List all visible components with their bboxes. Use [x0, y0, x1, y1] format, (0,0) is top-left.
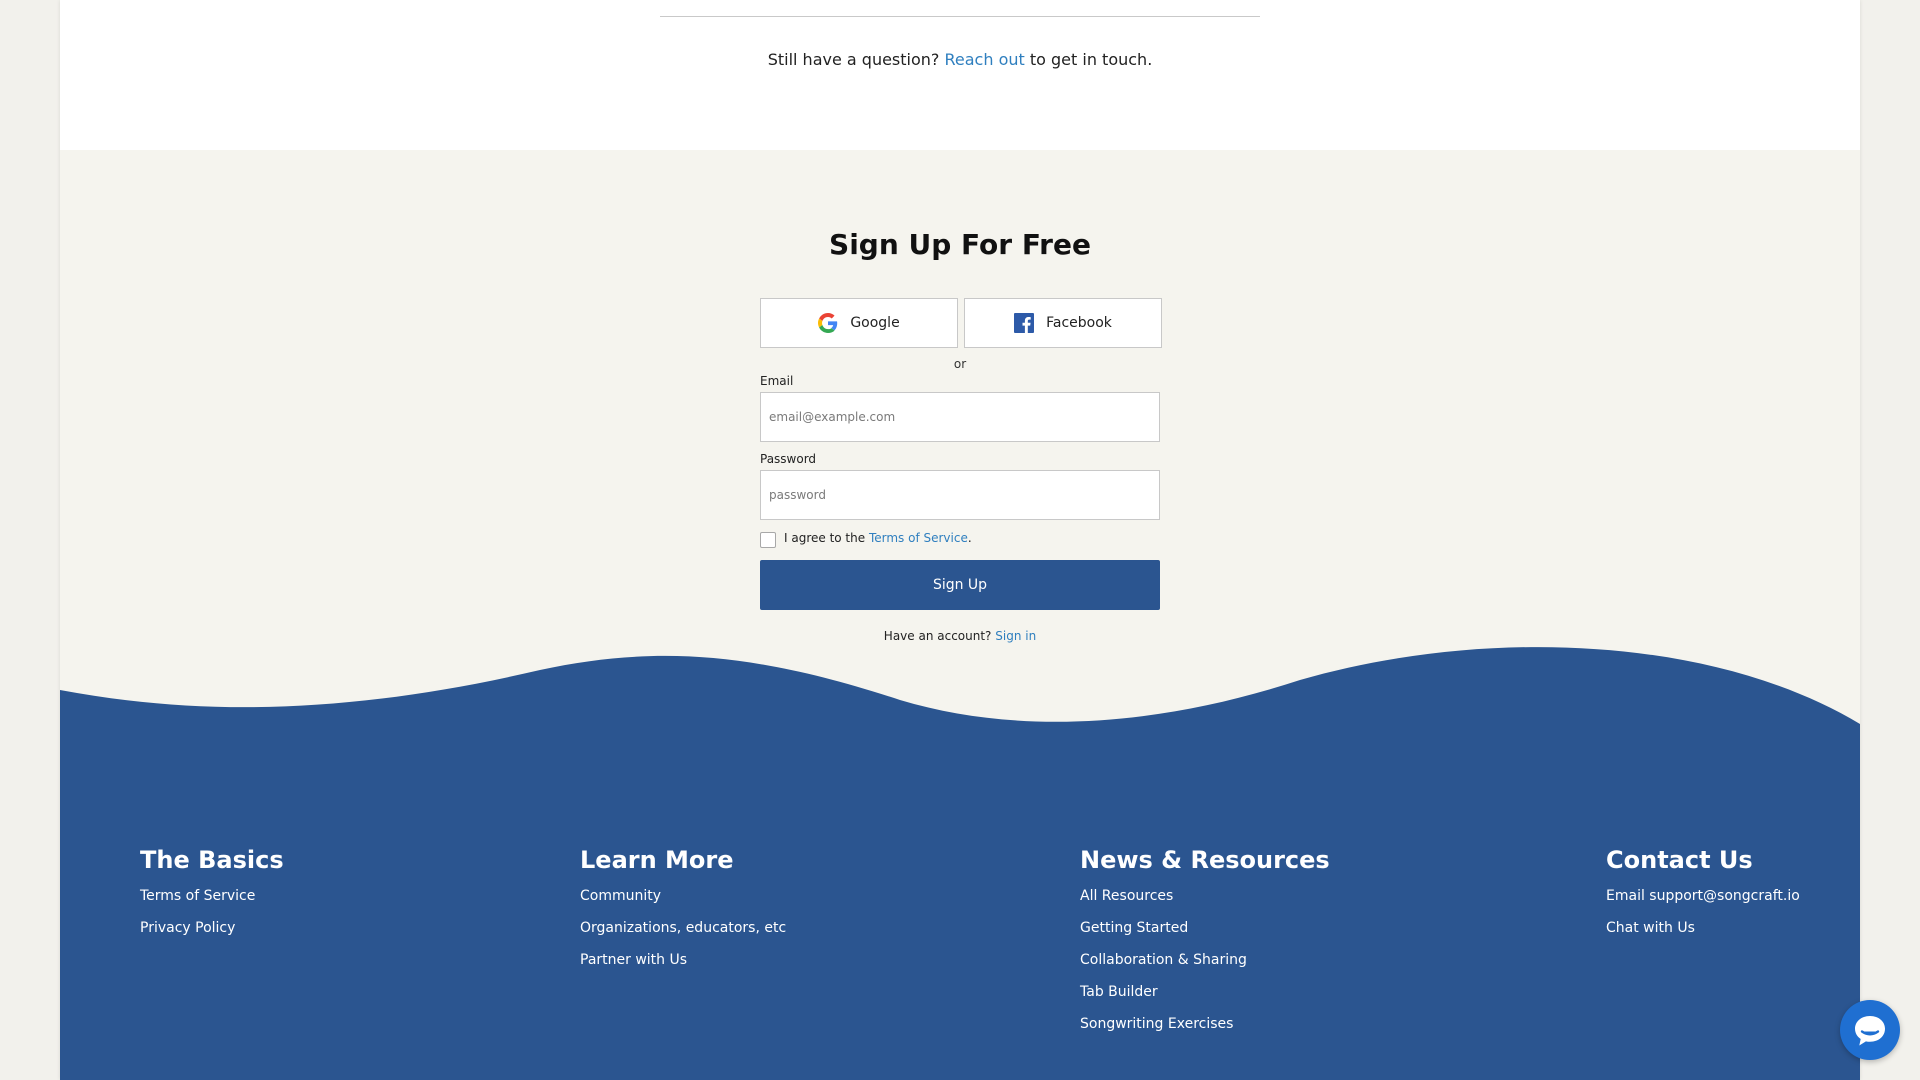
footer-link-organizations[interactable]: Organizations, educators, etc [580, 920, 786, 936]
chat-launcher-button[interactable] [1840, 1000, 1900, 1060]
facebook-signup-button[interactable]: Facebook [964, 298, 1162, 348]
question-section: Still have a question? Reach out to get … [60, 0, 1860, 150]
footer-link-songwriting[interactable]: Songwriting Exercises [1080, 1016, 1330, 1032]
question-text: Still have a question? Reach out to get … [60, 50, 1860, 69]
google-label: Google [850, 315, 900, 331]
footer-link-community[interactable]: Community [580, 888, 786, 904]
footer-link-terms-of-service[interactable]: Terms of Service [140, 888, 284, 904]
google-icon [818, 313, 838, 333]
footer-link-chat[interactable]: Chat with Us [1606, 920, 1800, 936]
facebook-icon [1014, 313, 1035, 333]
chat-bubble-icon [1855, 1016, 1885, 1046]
footer-link-tab-builder[interactable]: Tab Builder [1080, 984, 1330, 1000]
footer-heading: Contact Us [1606, 846, 1753, 874]
email-input[interactable] [760, 392, 1160, 442]
footer-column-basics: The Basics Terms of Service Privacy Poli… [140, 846, 284, 952]
terms-of-service-link[interactable]: Terms of Service [869, 531, 968, 545]
terms-agreement: I agree to the Terms of Service. [784, 531, 972, 545]
sign-up-button[interactable]: Sign Up [760, 560, 1160, 610]
google-signup-button[interactable]: Google [760, 298, 958, 348]
question-prefix: Still have a question? [767, 50, 940, 69]
footer-heading: The Basics [140, 846, 284, 874]
facebook-label: Facebook [1046, 315, 1112, 331]
divider [660, 16, 1260, 17]
agree-prefix: I agree to the [784, 531, 866, 545]
footer-link-email-support[interactable]: Email support@songcraft.io [1606, 888, 1800, 904]
footer-heading: News & Resources [1080, 846, 1330, 874]
footer-link-all-resources[interactable]: All Resources [1080, 888, 1330, 904]
footer-link-privacy-policy[interactable]: Privacy Policy [140, 920, 284, 936]
or-separator: or [953, 357, 967, 371]
footer-column-contact: Contact Us Email support@songcraft.io Ch… [1606, 846, 1800, 952]
terms-checkbox[interactable] [760, 532, 776, 548]
agree-suffix: . [967, 531, 972, 545]
email-label: Email [760, 374, 794, 388]
footer-column-learn-more: Learn More Community Organizations, educ… [580, 846, 786, 984]
footer-wave [60, 647, 1860, 1080]
password-input[interactable] [760, 470, 1160, 520]
footer-link-partner[interactable]: Partner with Us [580, 952, 786, 968]
footer-column-news-resources: News & Resources All Resources Getting S… [1080, 846, 1330, 1048]
signup-title: Sign Up For Free [829, 228, 1091, 261]
footer-link-collaboration[interactable]: Collaboration & Sharing [1080, 952, 1330, 968]
reach-out-link[interactable]: Reach out [945, 50, 1025, 69]
password-label: Password [760, 452, 817, 466]
footer-link-getting-started[interactable]: Getting Started [1080, 920, 1330, 936]
page: Still have a question? Reach out to get … [60, 0, 1860, 1080]
question-suffix: to get in touch. [1029, 50, 1153, 69]
footer-heading: Learn More [580, 846, 734, 874]
